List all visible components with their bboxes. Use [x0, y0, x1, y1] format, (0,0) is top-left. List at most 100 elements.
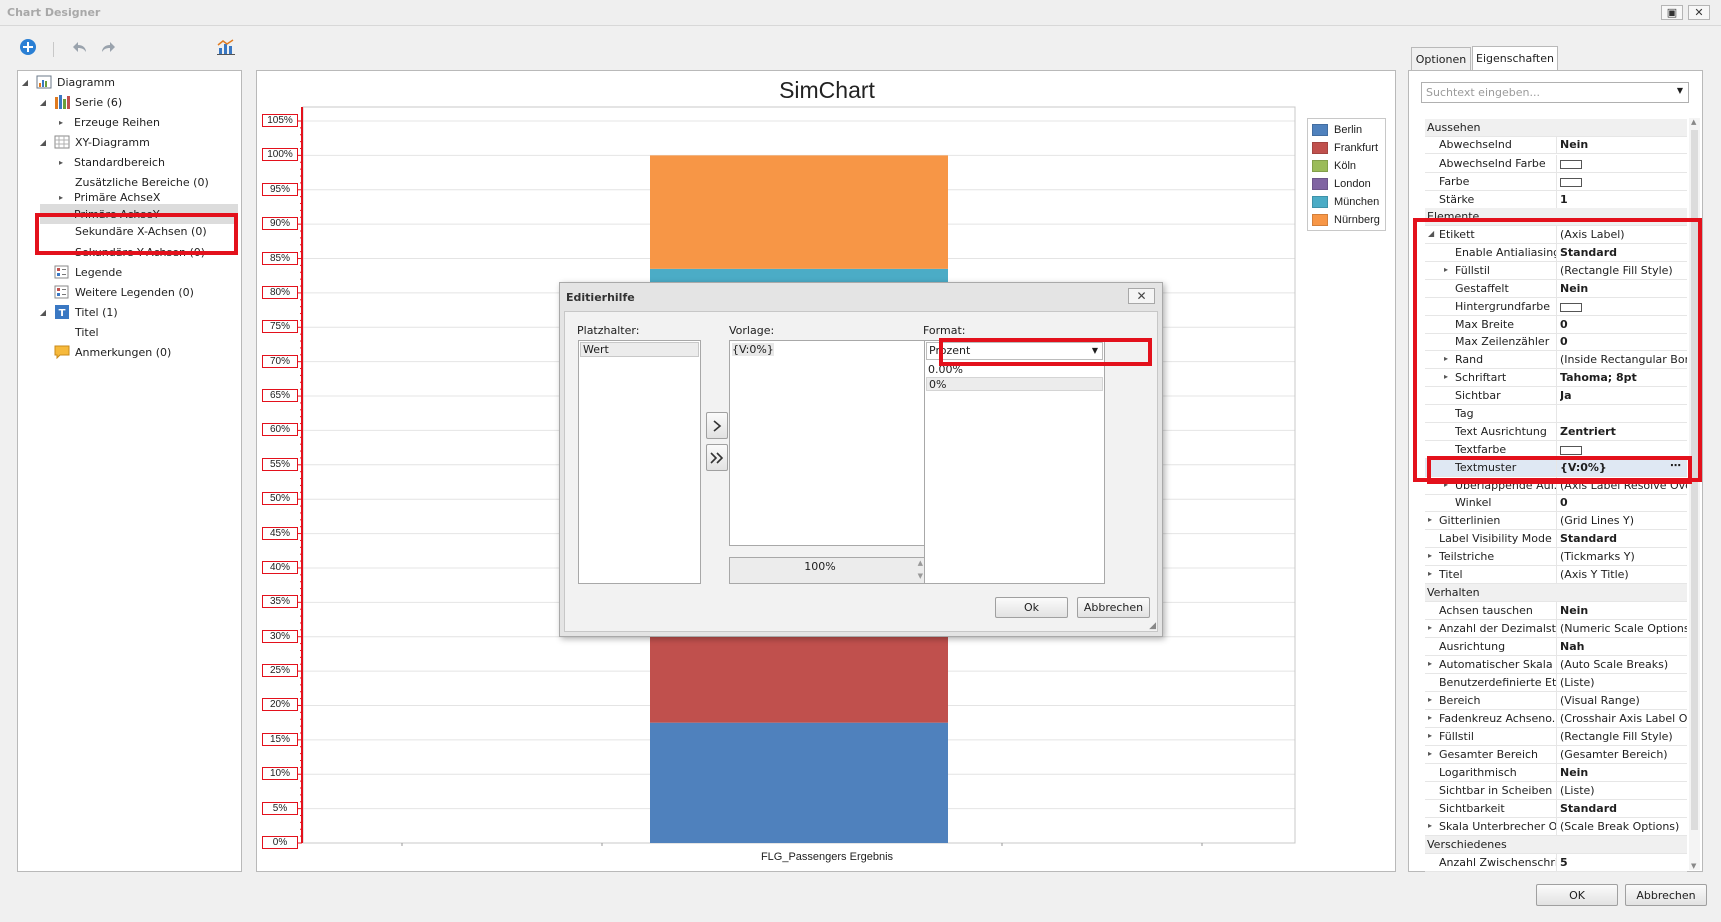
property-value[interactable]: (Liste): [1560, 676, 1687, 689]
property-row[interactable]: ▸ Skala Unterbrecher O... (Scale Break Opt…: [1425, 818, 1687, 836]
property-category[interactable]: Aussehen: [1425, 119, 1687, 137]
expand-icon[interactable]: ▸: [1428, 551, 1432, 560]
property-row[interactable]: Winkel 0: [1425, 494, 1687, 512]
bar-segment-frankfurt[interactable]: [650, 636, 948, 723]
property-value[interactable]: (Axis Y Title): [1560, 568, 1687, 581]
tree-item-titel-group[interactable]: ◢ T Titel (1): [38, 302, 118, 322]
property-row[interactable]: Abwechselnd Nein: [1425, 136, 1687, 154]
tree-item-titel[interactable]: Titel: [75, 322, 99, 342]
collapse-icon[interactable]: ◢: [38, 308, 48, 317]
bar-segment-nürnberg[interactable]: [650, 155, 948, 269]
property-category[interactable]: Verschiedenes: [1425, 836, 1687, 854]
property-row[interactable]: Sichtbar in Scheiben (Liste): [1425, 782, 1687, 800]
cancel-button[interactable]: Abbrechen: [1625, 884, 1707, 906]
property-value[interactable]: Nein: [1560, 766, 1687, 779]
property-row[interactable]: ▸ Füllstil (Rectangle Fill Style): [1425, 728, 1687, 746]
insert-button[interactable]: [706, 412, 728, 439]
expand-icon[interactable]: ▸: [1428, 713, 1432, 722]
insert-all-button[interactable]: [706, 444, 728, 471]
property-value[interactable]: (Liste): [1560, 784, 1687, 797]
property-value[interactable]: 0: [1560, 496, 1687, 509]
property-row[interactable]: ▸ Gesamter Bereich (Gesamter Bereich): [1425, 746, 1687, 764]
tree-item-weitere-legenden[interactable]: Weitere Legenden (0): [54, 282, 194, 302]
expand-icon[interactable]: ▸: [1428, 623, 1432, 632]
legend-item[interactable]: München: [1312, 194, 1379, 210]
tree-item-standardbereich[interactable]: ▸ Standardbereich: [56, 152, 165, 172]
chart-wizard-button[interactable]: [216, 37, 236, 57]
property-row[interactable]: Label Visibility Mode Standard: [1425, 530, 1687, 548]
expand-icon[interactable]: ▸: [1428, 569, 1432, 578]
tree-item-erzeuge-reihen[interactable]: ▸ Erzeuge Reihen: [56, 112, 160, 132]
dialog-close-button[interactable]: ✕: [1128, 288, 1155, 304]
expand-icon[interactable]: ▸: [1428, 731, 1432, 740]
dropdown-arrow-icon[interactable]: ▼: [1677, 86, 1683, 95]
tree-item-zusaetzliche-bereiche[interactable]: Zusätzliche Bereiche (0): [75, 172, 209, 192]
color-swatch[interactable]: [1560, 159, 1582, 169]
property-value[interactable]: (Auto Scale Breaks): [1560, 658, 1687, 671]
search-input[interactable]: Suchtext eingeben... ▼: [1421, 82, 1689, 103]
maximize-button[interactable]: ▣: [1661, 5, 1683, 20]
property-row[interactable]: Sichtbarkeit Standard: [1425, 800, 1687, 818]
property-row[interactable]: Benutzerdefinierte Eti... (Liste): [1425, 674, 1687, 692]
tree-item-diagramm[interactable]: ◢ Diagramm: [20, 72, 115, 92]
property-value[interactable]: 5: [1560, 856, 1687, 869]
expand-icon[interactable]: ▸: [1428, 695, 1432, 704]
property-row[interactable]: Anzahl Zwischenschritte5: [1425, 854, 1687, 872]
format-option[interactable]: 0%: [926, 377, 1103, 391]
add-button[interactable]: [18, 37, 38, 57]
property-row[interactable]: ▸ Bereich (Visual Range): [1425, 692, 1687, 710]
property-value[interactable]: Standard: [1560, 532, 1687, 545]
legend-item[interactable]: London: [1312, 176, 1371, 192]
undo-button[interactable]: [69, 37, 89, 57]
tree-item-serie[interactable]: ◢ Serie (6): [38, 92, 122, 112]
expand-icon[interactable]: ▸: [56, 193, 66, 202]
collapse-icon[interactable]: ◢: [38, 98, 48, 107]
property-value[interactable]: [1560, 157, 1687, 170]
tree-item-xy-diagramm[interactable]: ◢ XY-Diagramm: [38, 132, 150, 152]
property-value[interactable]: (Tickmarks Y): [1560, 550, 1687, 563]
property-row[interactable]: ▸ Titel (Axis Y Title): [1425, 566, 1687, 584]
property-value[interactable]: (Scale Break Options): [1560, 820, 1687, 833]
dialog-cancel-button[interactable]: Abbrechen: [1077, 597, 1150, 618]
placeholder-list[interactable]: Wert: [578, 340, 701, 584]
legend-item[interactable]: Köln: [1312, 158, 1356, 174]
tree-item-anmerkungen[interactable]: Anmerkungen (0): [54, 342, 171, 362]
legend-item[interactable]: Frankfurt: [1312, 140, 1378, 156]
property-row[interactable]: ▸ Automatischer Skala ... (Auto Scale Brea…: [1425, 656, 1687, 674]
property-row[interactable]: Achsen tauschen Nein: [1425, 602, 1687, 620]
dialog-ok-button[interactable]: Ok: [995, 597, 1068, 618]
redo-button[interactable]: [99, 37, 119, 57]
chart-legend[interactable]: Berlin Frankfurt Köln London München Nürnberg: [1307, 118, 1386, 231]
legend-item[interactable]: Nürnberg: [1312, 212, 1380, 228]
ok-button[interactable]: OK: [1536, 884, 1618, 906]
property-value[interactable]: (Numeric Scale Options): [1560, 622, 1687, 635]
scroll-up-icon[interactable]: ▲: [1691, 118, 1696, 126]
property-value[interactable]: (Rectangle Fill Style): [1560, 730, 1687, 743]
expand-icon[interactable]: ▸: [1428, 821, 1432, 830]
property-row[interactable]: Logarithmisch Nein: [1425, 764, 1687, 782]
property-row[interactable]: Abwechselnd Farbe: [1425, 155, 1687, 173]
property-row[interactable]: ▸ Gitterlinien (Grid Lines Y): [1425, 512, 1687, 530]
expand-icon[interactable]: ▸: [1428, 659, 1432, 668]
spin-up-icon[interactable]: ▲: [918, 559, 923, 567]
property-row[interactable]: Stärke 1: [1425, 191, 1687, 209]
expand-icon[interactable]: ▸: [56, 158, 66, 167]
property-value[interactable]: Nah: [1560, 640, 1687, 653]
property-row[interactable]: Farbe: [1425, 173, 1687, 191]
property-value[interactable]: (Gesamter Bereich): [1560, 748, 1687, 761]
resize-grip-icon[interactable]: ◢: [1149, 621, 1156, 631]
placeholder-item-wert[interactable]: Wert: [580, 342, 699, 357]
property-row[interactable]: Ausrichtung Nah: [1425, 638, 1687, 656]
bar-segment-berlin[interactable]: [650, 722, 948, 843]
legend-item[interactable]: Berlin: [1312, 122, 1362, 138]
expand-icon[interactable]: ▸: [1428, 515, 1432, 524]
tree-item-legende[interactable]: Legende: [54, 262, 122, 282]
property-value[interactable]: (Grid Lines Y): [1560, 514, 1687, 527]
property-row[interactable]: ▸ Teilstriche (Tickmarks Y): [1425, 548, 1687, 566]
property-value[interactable]: Nein: [1560, 138, 1687, 151]
property-value[interactable]: Standard: [1560, 802, 1687, 815]
property-row[interactable]: ▸ Fadenkreuz Achseno... (Crosshair Axis La…: [1425, 710, 1687, 728]
property-category[interactable]: Verhalten: [1425, 584, 1687, 602]
scroll-down-icon[interactable]: ▼: [1691, 862, 1696, 870]
property-value[interactable]: (Visual Range): [1560, 694, 1687, 707]
